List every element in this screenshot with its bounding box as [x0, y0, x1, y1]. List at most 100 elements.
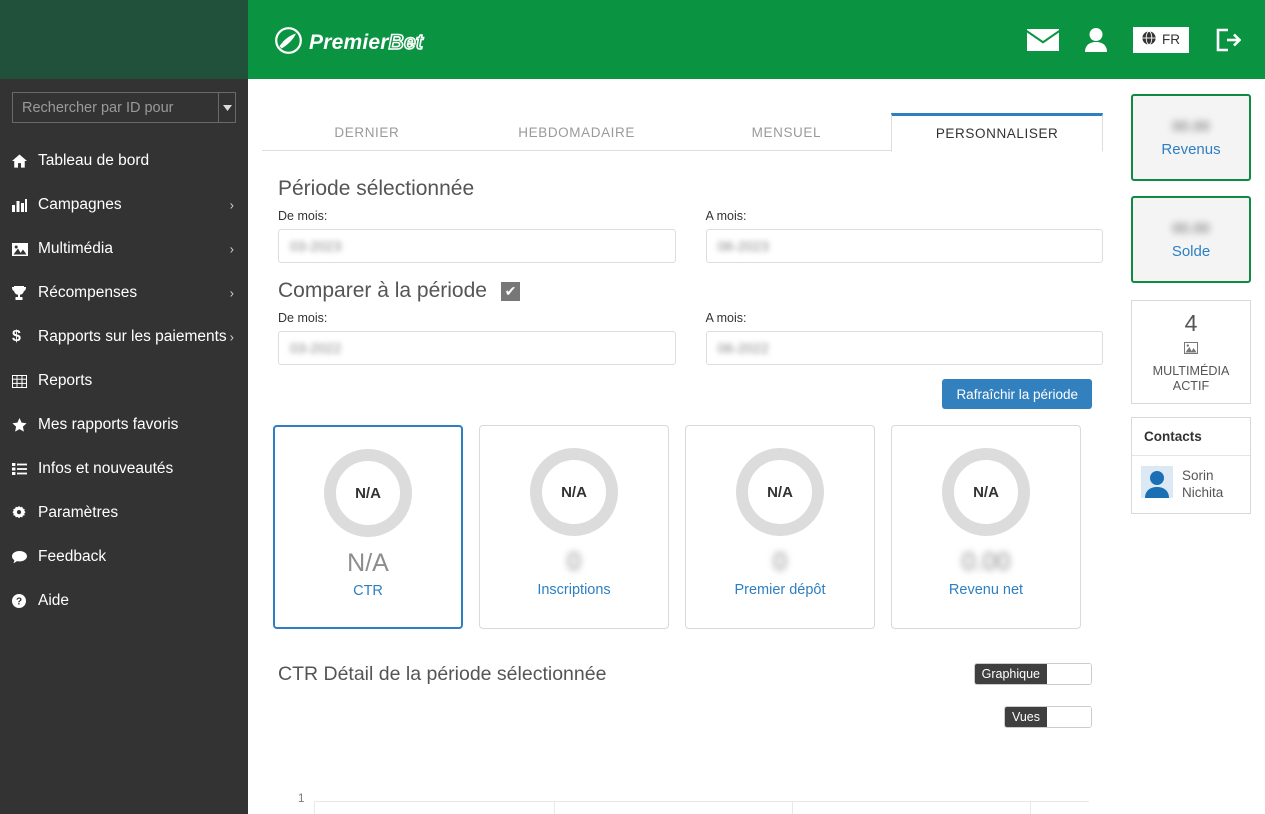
revenus-value: 00.00: [1172, 117, 1210, 135]
solde-value: 00.00: [1172, 219, 1210, 237]
donut-ring: N/A: [736, 448, 824, 536]
donut-ring: N/A: [942, 448, 1030, 536]
premierbet-circle-icon: [275, 27, 302, 59]
sidebar-nav: Tableau de bord Campagnes › Multimédia ›: [0, 139, 248, 623]
compare-from-label: De mois:: [278, 311, 328, 325]
tab-personnaliser[interactable]: PERSONNALISER: [891, 113, 1103, 152]
kpi-value: 0: [773, 548, 787, 576]
selected-period-fields: De mois: 03-2023 A mois: 06-2023: [278, 209, 1103, 263]
revenus-label: Revenus: [1161, 140, 1221, 158]
compare-period-checkbox[interactable]: ✔: [500, 281, 520, 301]
compare-from-value: 03-2022: [290, 340, 342, 356]
sidebar-item-label: Campagnes: [38, 196, 122, 213]
sidebar-logo-block: [0, 0, 248, 79]
compare-to-input[interactable]: 06-2022: [705, 331, 1103, 365]
sidebar-item-label: Multimédia: [38, 240, 113, 257]
sidebar-item-recompenses[interactable]: Récompenses ›: [0, 271, 248, 315]
sidebar-item-label: Paramètres: [38, 504, 119, 521]
envelope-icon[interactable]: [1027, 28, 1059, 51]
chart-title: CTR Détail de la période sélectionnée: [278, 663, 607, 685]
table-icon: [12, 374, 38, 388]
sidebar-item-label: Aide: [38, 592, 70, 609]
compare-to-value: 06-2022: [717, 340, 769, 356]
multimedia-active-card[interactable]: 4 MULTIMÉDIA ACTIF: [1131, 300, 1251, 405]
stat-card-solde[interactable]: 00.00 Solde: [1131, 196, 1251, 283]
sidebar-item-infos-et-nouveautes[interactable]: Infos et nouveautés: [0, 447, 248, 491]
refresh-period-button[interactable]: Rafraîchir la période: [942, 379, 1092, 409]
tab-hebdomadaire[interactable]: HEBDOMADAIRE: [472, 113, 682, 152]
sidebar-item-rapports-sur-les-paiements[interactable]: $ Rapports sur les paiements ›: [0, 315, 248, 359]
chevron-right-icon: ›: [229, 329, 234, 345]
kpi-label: CTR: [353, 583, 383, 599]
contact-list-item[interactable]: Sorin Nichita: [1132, 456, 1250, 513]
selected-to-value: 06-2023: [717, 238, 769, 254]
solde-label: Solde: [1171, 242, 1211, 260]
kpi-ring-value: N/A: [767, 483, 793, 501]
selected-from-label: De mois:: [278, 209, 328, 223]
caret-down-icon[interactable]: [218, 92, 236, 123]
logout-icon[interactable]: [1215, 28, 1241, 52]
kpi-value: 0: [567, 548, 581, 576]
chevron-right-icon: ›: [229, 197, 234, 213]
chevron-right-icon: ›: [229, 241, 234, 257]
app-root: Tableau de bord Campagnes › Multimédia ›: [0, 0, 1265, 814]
tab-dernier[interactable]: DERNIER: [262, 113, 472, 152]
toggle-graphique[interactable]: Graphique: [973, 663, 1092, 685]
kpi-ring-value: N/A: [561, 483, 587, 501]
sidebar-item-mes-rapports-favoris[interactable]: Mes rapports favoris: [0, 403, 248, 447]
sidebar-item-feedback[interactable]: Feedback: [0, 535, 248, 579]
donut-ring: N/A: [324, 449, 412, 537]
kpi-card-ctr[interactable]: N/A N/A CTR: [273, 425, 463, 629]
multimedia-label: MULTIMÉDIA ACTIF: [1152, 363, 1230, 394]
image-icon: [12, 242, 38, 256]
selected-from-input[interactable]: 03-2023: [278, 229, 676, 263]
language-label: FR: [1162, 32, 1180, 47]
selected-to-input[interactable]: 06-2023: [705, 229, 1103, 263]
selected-from-field: De mois: 03-2023: [278, 209, 676, 263]
brand-logo[interactable]: PremierBet: [275, 27, 424, 59]
compare-from-field: De mois: 03-2022: [278, 311, 676, 365]
user-icon[interactable]: [1085, 27, 1107, 52]
sidebar-item-parametres[interactable]: Paramètres: [0, 491, 248, 535]
sidebar-item-label: Rapports sur les paiements: [38, 328, 227, 345]
trophy-icon: [12, 286, 38, 300]
sidebar-search[interactable]: [12, 92, 236, 123]
language-selector[interactable]: FR: [1133, 26, 1189, 53]
compare-period-header: Comparer à la période ✔: [278, 279, 1103, 303]
search-input[interactable]: [12, 92, 218, 123]
kpi-cards: N/A N/A CTR N/A 0 Inscriptions N/A 0 Pre…: [273, 425, 1103, 629]
top-header: PremierBet FR: [248, 0, 1265, 79]
sidebar-item-label: Récompenses: [38, 284, 138, 301]
contacts-card: Contacts Sorin Nichita: [1131, 417, 1251, 515]
svg-text:?: ?: [16, 597, 22, 608]
sidebar-item-reports[interactable]: Reports: [0, 359, 248, 403]
compare-from-input[interactable]: 03-2022: [278, 331, 676, 365]
sidebar-item-label: Tableau de bord: [38, 152, 150, 169]
chart-plot: 1: [262, 715, 1103, 814]
selected-period-title: Période sélectionnée: [278, 177, 475, 200]
sidebar-item-tableau-de-bord[interactable]: Tableau de bord: [0, 139, 248, 183]
bar-chart-icon: [12, 198, 38, 212]
tab-mensuel[interactable]: MENSUEL: [682, 113, 892, 152]
sidebar-item-aide[interactable]: ? Aide: [0, 579, 248, 623]
chart-gridline-vertical: [1030, 801, 1031, 814]
custom-period-panel: Période sélectionnée De mois: 03-2023 A …: [248, 177, 1117, 814]
home-icon: [12, 154, 38, 168]
sidebar-item-campagnes[interactable]: Campagnes ›: [0, 183, 248, 227]
chart-gridline-vertical: [792, 801, 793, 814]
brand-name: PremierBet: [309, 30, 424, 55]
kpi-ring-value: N/A: [355, 484, 381, 502]
contacts-title: Contacts: [1132, 418, 1250, 457]
sidebar-item-label: Reports: [38, 372, 93, 389]
comment-icon: [12, 550, 38, 564]
stat-card-revenus[interactable]: 00.00 Revenus: [1131, 94, 1251, 181]
kpi-card-premier-depot[interactable]: N/A 0 Premier dépôt: [685, 425, 875, 629]
sidebar-item-label: Feedback: [38, 548, 107, 565]
multimedia-label-row: MULTIMÉDIA ACTIF: [1136, 342, 1246, 395]
sidebar-item-multimedia[interactable]: Multimédia ›: [0, 227, 248, 271]
kpi-card-inscriptions[interactable]: N/A 0 Inscriptions: [479, 425, 669, 629]
chart-header: CTR Détail de la période sélectionnée Gr…: [278, 663, 1103, 728]
chevron-right-icon: ›: [229, 285, 234, 301]
kpi-card-revenu-net[interactable]: N/A 0.00 Revenu net: [891, 425, 1081, 629]
chart-gridline-vertical: [554, 801, 555, 814]
